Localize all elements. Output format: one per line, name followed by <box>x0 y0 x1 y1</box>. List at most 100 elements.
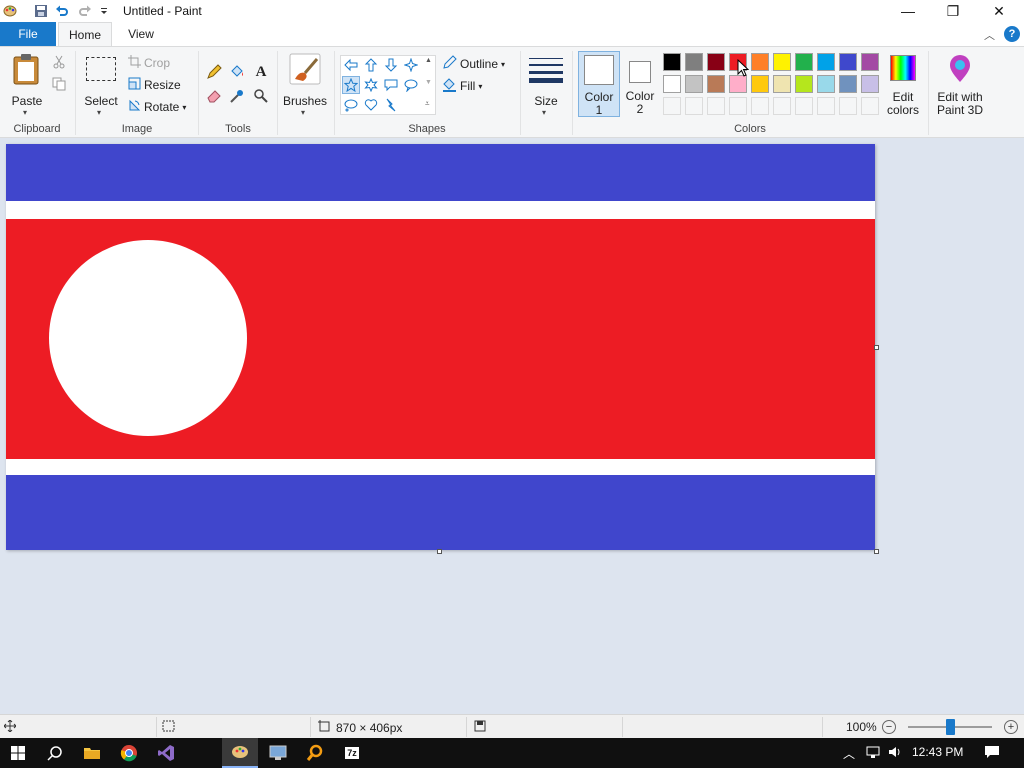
undo-icon[interactable] <box>54 3 70 19</box>
outline-button[interactable]: Outline ▾ <box>442 55 505 73</box>
rect-callout-shape-icon[interactable] <box>382 76 400 94</box>
help-icon[interactable]: ? <box>1004 26 1020 42</box>
six-point-star-shape-icon[interactable] <box>362 76 380 94</box>
file-explorer-icon[interactable] <box>74 738 110 768</box>
custom-color-slot[interactable] <box>839 97 857 115</box>
search-tool-icon[interactable] <box>297 738 333 768</box>
custom-color-slot[interactable] <box>685 97 703 115</box>
up-arrow-shape-icon[interactable] <box>362 56 380 74</box>
shapes-expand-icon[interactable]: ⩡ <box>425 99 430 109</box>
remote-desktop-icon[interactable] <box>260 738 296 768</box>
paste-button[interactable]: Paste ▾ <box>6 51 48 117</box>
zoom-out-button[interactable]: − <box>882 720 896 734</box>
fill-bucket-icon[interactable] <box>228 63 246 81</box>
chrome-icon[interactable] <box>111 738 147 768</box>
palette-swatch[interactable] <box>839 53 857 71</box>
zoom-in-button[interactable]: + <box>1004 720 1018 734</box>
drawing-canvas[interactable] <box>6 144 875 550</box>
shapes-scroll-down-icon[interactable]: ▼ <box>425 79 432 86</box>
7zip-icon[interactable]: 7z <box>334 738 370 768</box>
color2-button[interactable]: Color 2 <box>622 51 658 117</box>
custom-color-slot[interactable] <box>663 97 681 115</box>
palette-swatch[interactable] <box>817 53 835 71</box>
tab-view[interactable]: View <box>118 22 164 46</box>
magnifier-icon[interactable] <box>252 87 270 105</box>
action-center-icon[interactable] <box>984 745 1000 762</box>
left-arrow-shape-icon[interactable] <box>342 56 360 74</box>
palette-swatch[interactable] <box>751 53 769 71</box>
minimize-button[interactable]: — <box>885 0 931 22</box>
down-arrow-shape-icon[interactable] <box>382 56 400 74</box>
redo-icon[interactable] <box>77 3 93 19</box>
collapse-ribbon-icon[interactable]: ︿ <box>984 27 998 42</box>
five-point-star-shape-icon[interactable] <box>342 76 360 94</box>
mouse-cursor-icon <box>737 58 750 80</box>
cloud-callout-shape-icon[interactable] <box>342 96 360 114</box>
resize-handle-right[interactable] <box>874 345 879 350</box>
color-picker-icon[interactable] <box>228 87 246 105</box>
brushes-button[interactable]: Brushes ▾ <box>283 51 327 117</box>
network-icon[interactable] <box>865 745 881 762</box>
palette-swatch[interactable] <box>839 75 857 93</box>
crop-button[interactable]: Crop <box>128 55 170 71</box>
paint-taskbar-icon[interactable] <box>222 738 258 768</box>
shapes-scroll-up-icon[interactable]: ▲ <box>425 57 432 64</box>
tab-file[interactable]: File <box>0 22 56 46</box>
palette-swatch[interactable] <box>663 75 681 93</box>
close-button[interactable]: ✕ <box>976 0 1022 22</box>
tray-overflow-icon[interactable]: ︿ <box>843 745 855 762</box>
select-button[interactable]: Select ▾ <box>80 51 122 117</box>
resize-handle-bottom[interactable] <box>437 549 442 554</box>
fill-button[interactable]: Fill ▾ <box>442 77 482 95</box>
color1-button[interactable]: Color 1 <box>578 51 620 117</box>
palette-swatch[interactable] <box>861 75 879 93</box>
lightning-shape-icon[interactable] <box>382 96 400 114</box>
four-point-star-shape-icon[interactable] <box>402 56 420 74</box>
visual-studio-icon[interactable] <box>148 738 184 768</box>
palette-swatch[interactable] <box>861 53 879 71</box>
taskbar-clock[interactable]: 12:43 PM <box>912 745 963 759</box>
search-icon[interactable] <box>37 738 73 768</box>
restore-button[interactable]: ❐ <box>930 0 976 22</box>
palette-swatch[interactable] <box>707 53 725 71</box>
palette-swatch[interactable] <box>707 75 725 93</box>
palette-swatch[interactable] <box>663 53 681 71</box>
save-icon[interactable] <box>33 3 49 19</box>
resize-handle-corner[interactable] <box>874 549 879 554</box>
palette-swatch[interactable] <box>795 53 813 71</box>
rotate-button[interactable]: Rotate ▾ <box>128 99 186 115</box>
custom-color-slot[interactable] <box>795 97 813 115</box>
palette-swatch[interactable] <box>773 53 791 71</box>
palette-swatch[interactable] <box>685 53 703 71</box>
custom-color-slot[interactable] <box>817 97 835 115</box>
custom-color-slot[interactable] <box>773 97 791 115</box>
customize-qat-icon[interactable] <box>96 3 112 19</box>
palette-swatch[interactable] <box>817 75 835 93</box>
custom-color-slot[interactable] <box>861 97 879 115</box>
eraser-icon[interactable] <box>205 87 223 105</box>
zoom-slider-thumb[interactable] <box>946 719 955 735</box>
brush-icon <box>289 53 321 88</box>
palette-swatch[interactable] <box>685 75 703 93</box>
palette-swatch[interactable] <box>773 75 791 93</box>
custom-color-slot[interactable] <box>707 97 725 115</box>
text-tool-icon[interactable]: A <box>252 63 270 81</box>
tab-home[interactable]: Home <box>58 22 112 46</box>
cut-icon[interactable] <box>50 53 68 71</box>
paint-app-icon[interactable] <box>2 3 18 19</box>
size-button[interactable]: Size ▾ <box>526 51 566 117</box>
start-windows-icon[interactable] <box>0 738 36 768</box>
palette-swatch[interactable] <box>795 75 813 93</box>
volume-icon[interactable] <box>888 745 904 762</box>
edit-with-paint3d-button[interactable]: Edit with Paint 3D <box>932 51 988 117</box>
custom-color-slot[interactable] <box>751 97 769 115</box>
custom-color-slot[interactable] <box>729 97 747 115</box>
edit-colors-button[interactable]: Edit colors <box>884 51 922 117</box>
oval-callout-shape-icon[interactable] <box>402 76 420 94</box>
copy-icon[interactable] <box>50 75 68 93</box>
pencil-icon[interactable] <box>205 63 223 81</box>
resize-button[interactable]: Resize <box>128 77 181 93</box>
palette-swatch[interactable] <box>751 75 769 93</box>
heart-shape-icon[interactable] <box>362 96 380 114</box>
colors-group-label: Colors <box>734 123 766 135</box>
